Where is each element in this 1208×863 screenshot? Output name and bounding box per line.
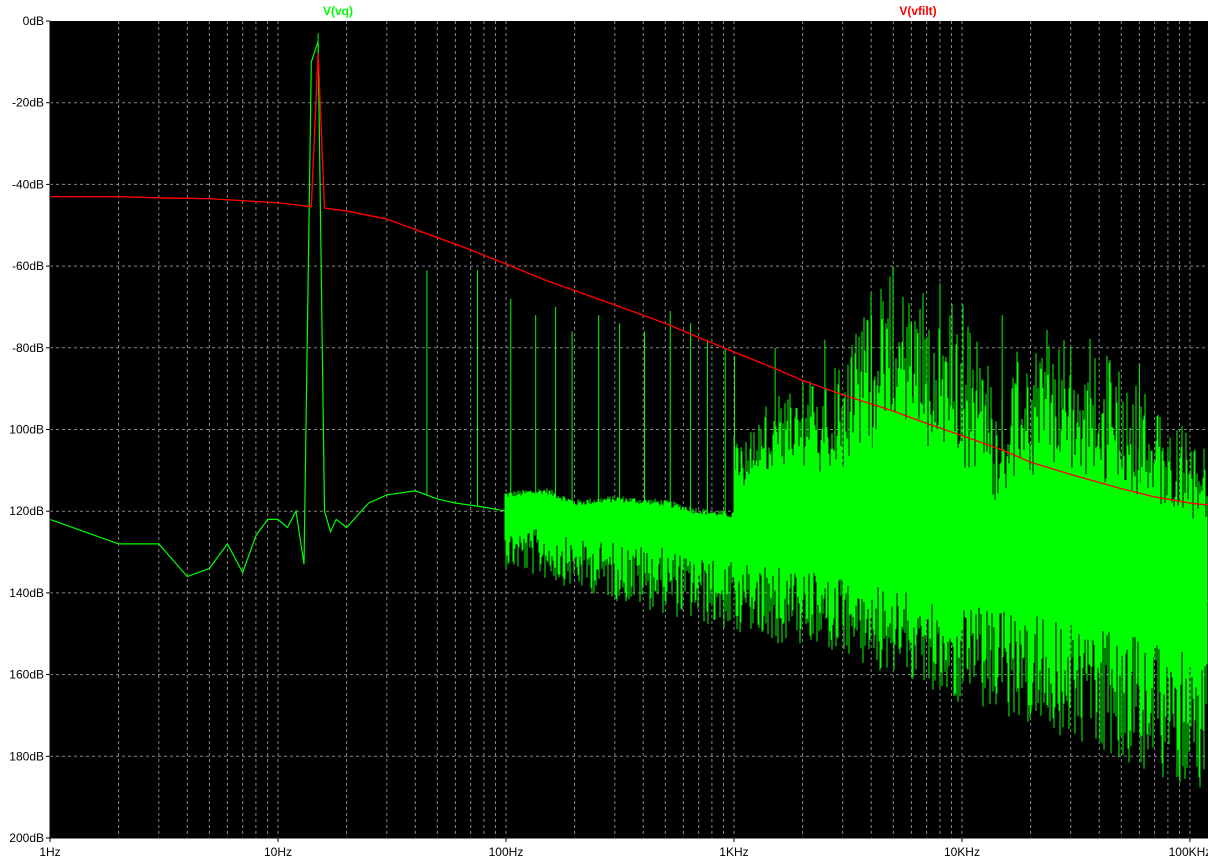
spectrum-plot: 0dB -20dB -40dB -60dB -80dB 100dB 120dB 140dB 16… — [9, 4, 1208, 859]
x-tick-label: 100KHz — [1169, 845, 1208, 859]
y-axis: 0dB -20dB -40dB -60dB -80dB 100dB 120dB 140dB 16… — [9, 14, 51, 845]
y-tick-label: -60dB — [12, 259, 44, 273]
y-tick-label: 200dB — [9, 831, 44, 845]
x-tick-label: 1Hz — [39, 845, 60, 859]
y-tick-label: 120dB — [9, 504, 44, 518]
x-tick-label: 10KHz — [944, 845, 980, 859]
x-tick-label: 10Hz — [264, 845, 292, 859]
x-tick-label: 1KHz — [719, 845, 748, 859]
y-tick-label: 180dB — [9, 749, 44, 763]
y-tick-label: 160dB — [9, 668, 44, 682]
legend[interactable]: V(vq) V(vfilt) — [323, 4, 937, 18]
legend-entry[interactable]: V(vfilt) — [899, 4, 936, 18]
y-tick-label: -40dB — [12, 177, 44, 191]
y-tick-label: 140dB — [9, 586, 44, 600]
legend-entry[interactable]: V(vq) — [323, 4, 353, 18]
y-tick-label: -80dB — [12, 341, 44, 355]
y-tick-label: 0dB — [23, 14, 44, 28]
x-tick-label: 100Hz — [489, 845, 524, 859]
y-tick-label: -20dB — [12, 96, 44, 110]
y-tick-label: 100dB — [9, 423, 44, 437]
x-axis: 1Hz 10Hz 100Hz 1KHz 10KHz 100KHz — [39, 837, 1208, 859]
